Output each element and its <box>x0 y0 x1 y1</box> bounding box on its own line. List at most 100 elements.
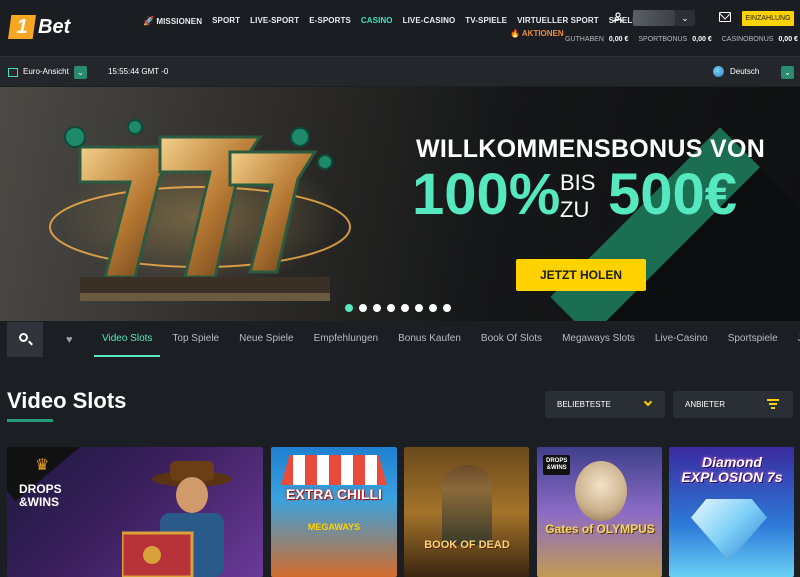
logo-number: 1 <box>8 15 36 39</box>
carousel-dot[interactable] <box>387 304 395 312</box>
top-header: 1 Bet 🚀 MISSIONEN SPORT LIVE-SPORT E-SPOR… <box>0 0 800 56</box>
hero-banner[interactable]: WILLKOMMENSBONUS VON 100% BIS ZU 500€ JE… <box>0 87 800 321</box>
chevron-down-icon[interactable]: ⌄ <box>781 66 794 79</box>
user-menu[interactable]: ⌄ <box>613 10 695 26</box>
section-underline <box>7 419 53 422</box>
nav-item-aktionen[interactable]: 🔥 AKTIONEN <box>510 29 564 38</box>
odds-view-icon <box>8 68 18 77</box>
globe-icon <box>713 66 724 77</box>
drops-wins-badge: DROPS &WINS <box>543 455 571 475</box>
balances: GUTHABEN 0,00 € SPORTBONUS 0,00 € CASINOBO… <box>565 36 798 43</box>
hero-title: WILLKOMMENSBONUS VON <box>416 135 766 163</box>
game-tile-extra-chilli[interactable]: EXTRA CHILLI MEGAWAYS <box>271 447 397 577</box>
game-tile-gates-of-olympus[interactable]: DROPS &WINS Gates of OLYMPUS <box>537 447 662 577</box>
language-label[interactable]: Deutsch <box>730 67 759 76</box>
carousel-dots <box>345 304 451 312</box>
logo-text: Bet <box>38 16 71 38</box>
nav-item-casino[interactable]: CASINO <box>361 16 393 27</box>
section-title: Video Slots <box>7 388 127 413</box>
claim-bonus-button[interactable]: JETZT HOLEN <box>516 259 646 291</box>
hero-bis: BIS <box>560 170 596 195</box>
tab-megaways-slots[interactable]: Megaways Slots <box>552 321 645 357</box>
game-subtitle: MEGAWAYS <box>307 522 361 532</box>
search-icon <box>19 333 28 342</box>
brand-logo[interactable]: 1 Bet <box>8 13 80 41</box>
carousel-dot[interactable] <box>359 304 367 312</box>
carousel-dot[interactable] <box>429 304 437 312</box>
clock: 15:55:44 GMT -0 <box>108 67 169 76</box>
tab-video-slots[interactable]: Video Slots <box>92 321 162 357</box>
tab-jackpot[interactable]: Jackpot <box>788 321 800 357</box>
provider-filter[interactable]: ANBIETER <box>673 391 793 418</box>
carousel-dot[interactable] <box>401 304 409 312</box>
sub-bar: Euro-Ansicht ⌄ 15:55:44 GMT -0 Deutsch ⌄ <box>0 56 800 86</box>
chevron-down-icon[interactable]: ⌄ <box>74 66 87 79</box>
balance-value: 0,00 € <box>608 36 629 43</box>
tab-bonus-kaufen[interactable]: Bonus Kaufen <box>388 321 471 357</box>
nav-item-e-sports[interactable]: E-SPORTS <box>309 16 351 27</box>
diamond-icon <box>691 499 767 561</box>
balance-label: CASINOBONUS <box>721 36 774 43</box>
nav-item-missionen[interactable]: 🚀 MISSIONEN <box>143 16 202 27</box>
tab-sportspiele[interactable]: Sportspiele <box>718 321 788 357</box>
hero-bis-zu: BIS ZU <box>560 169 595 223</box>
nav-label: MISSIONEN <box>156 17 203 26</box>
tab-book-of-slots[interactable]: Book Of Slots <box>471 321 552 357</box>
odds-view-label[interactable]: Euro-Ansicht <box>23 67 69 76</box>
category-bar: ♥ Video Slots Top Spiele Neue Spiele Emp… <box>0 321 800 357</box>
main-nav: 🚀 MISSIONEN SPORT LIVE-SPORT E-SPORTS CAS… <box>143 16 638 27</box>
balance-sportbonus: SPORTBONUS 0,00 € <box>638 36 711 43</box>
cowboy-character-illustration <box>122 461 232 577</box>
game-tile-book-of-dead[interactable]: BOOK OF DEAD <box>404 447 529 577</box>
sort-label: BELIEBTESTE <box>557 400 611 409</box>
game-title: Diamond EXPLOSION 7s <box>681 454 783 485</box>
nav-item-tv-spiele[interactable]: TV-SPIELE <box>465 16 507 27</box>
crown-icon: ♛ <box>35 457 50 474</box>
tab-top-spiele[interactable]: Top Spiele <box>162 321 229 357</box>
hero-zu: ZU <box>560 197 590 222</box>
balance-label: GUTHABEN <box>565 36 604 43</box>
chevron-down-icon[interactable]: ⌄ <box>675 10 695 26</box>
balance-value: 0,00 € <box>692 36 712 43</box>
game-tile-drops-wins[interactable]: ♛ DROPS &WINS <box>7 447 263 577</box>
lucky-sevens-illustration <box>49 119 351 301</box>
deposit-button[interactable]: EINZAHLUNG <box>742 11 794 26</box>
carousel-dot[interactable] <box>345 304 353 312</box>
search-button[interactable] <box>7 322 43 357</box>
sort-dropdown[interactable]: BELIEBTESTE <box>545 391 665 418</box>
explorer-character <box>442 465 492 545</box>
balance-value: 0,00 € <box>778 36 798 43</box>
zeus-character <box>575 461 627 521</box>
username-masked <box>633 10 675 26</box>
user-icon <box>613 12 623 22</box>
favorites-heart-icon[interactable]: ♥ <box>66 334 73 346</box>
carousel-dot[interactable] <box>443 304 451 312</box>
category-tabs: Video Slots Top Spiele Neue Spiele Empfe… <box>92 321 800 357</box>
game-tile-diamond-explosion[interactable]: Diamond EXPLOSION 7s <box>669 447 794 577</box>
nav-item-live-sport[interactable]: LIVE-SPORT <box>250 16 299 27</box>
market-stall-awning <box>281 455 387 485</box>
balance-guthaben: GUTHABEN 0,00 € <box>565 36 628 43</box>
nav-item-virtueller-sport[interactable]: VIRTUELLER SPORT <box>517 16 599 27</box>
game-title: EXTRA CHILLI <box>286 486 382 502</box>
drops-wins-text: DROPS &WINS <box>19 482 62 509</box>
provider-label: ANBIETER <box>685 400 726 409</box>
game-title: Gates of OLYMPUS <box>545 522 655 536</box>
balance-casinobonus: CASINOBONUS 0,00 € <box>722 36 798 43</box>
game-title: BOOK OF DEAD <box>424 539 510 551</box>
tab-empfehlungen[interactable]: Empfehlungen <box>304 321 389 357</box>
filter-icon <box>767 399 779 409</box>
mail-icon[interactable] <box>719 12 731 22</box>
tab-neue-spiele[interactable]: Neue Spiele <box>229 321 303 357</box>
nav-item-sport[interactable]: SPORT <box>212 16 240 27</box>
chevron-down-icon <box>643 397 653 407</box>
search-icon-handle <box>28 340 33 346</box>
rocket-icon: 🚀 <box>143 16 155 26</box>
carousel-dot[interactable] <box>373 304 381 312</box>
hero-percent: 100% <box>412 162 561 227</box>
hero-amount: 500€ <box>608 162 738 227</box>
nav-item-live-casino[interactable]: LIVE-CASINO <box>403 16 456 27</box>
tab-live-casino[interactable]: Live-Casino <box>645 321 718 357</box>
carousel-dot[interactable] <box>415 304 423 312</box>
balance-label: SPORTBONUS <box>638 36 688 43</box>
